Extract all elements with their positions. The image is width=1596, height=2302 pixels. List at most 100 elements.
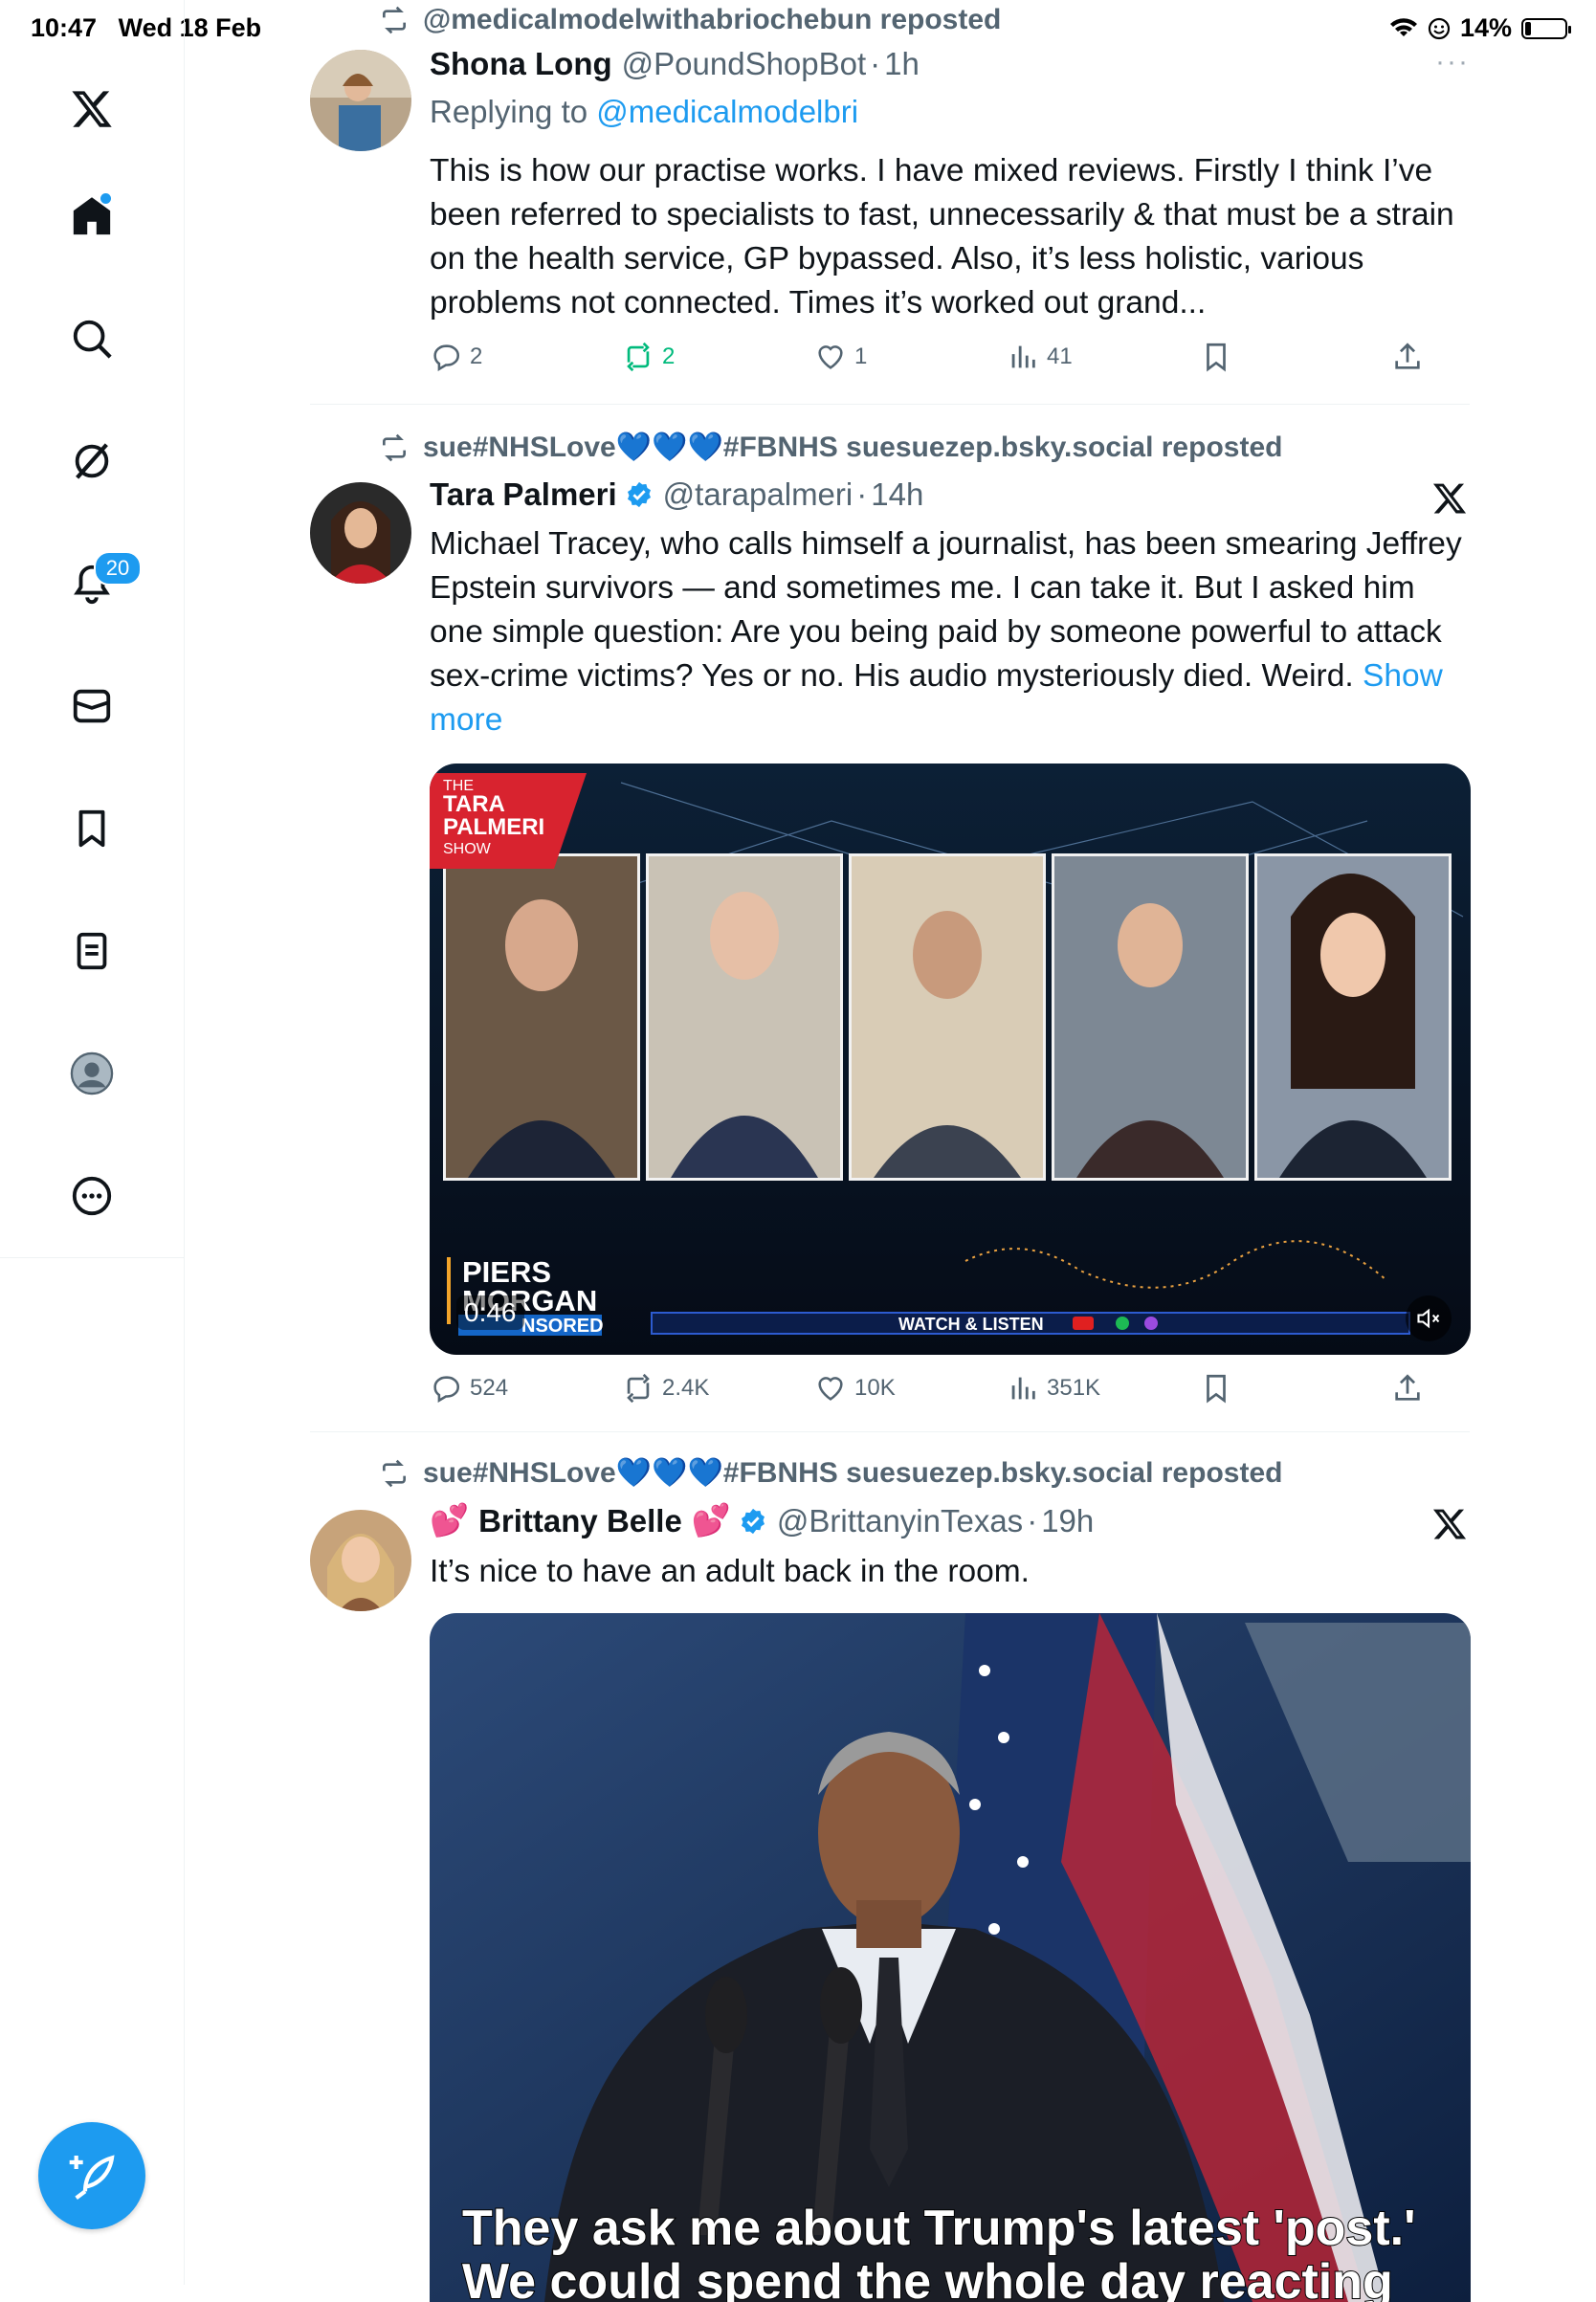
repost-context: sue#NHSLove💙💙💙#FBNHS suesuezep.bsky.soci… <box>379 1456 1282 1490</box>
grok-icon[interactable] <box>61 431 122 492</box>
more-menu-icon[interactable]: ··· <box>1435 46 1470 78</box>
battery-icon <box>1521 17 1571 39</box>
tweet-header: 💕 Brittany Belle 💕 @BrittanyinTexas · 19… <box>430 1502 1094 1539</box>
bookmark-button[interactable] <box>1200 341 1232 373</box>
repost-icon <box>627 1373 650 1404</box>
mute-button[interactable] <box>1406 1295 1452 1341</box>
repost-count: 2 <box>662 343 676 369</box>
speaker-muted-icon <box>1417 1308 1440 1329</box>
tweet-text: Michael Tracey, who calls himself a jour… <box>430 522 1473 742</box>
name-emoji-suffix: 💕 <box>691 1502 731 1538</box>
focus-smiley-icon <box>1428 17 1451 39</box>
avatar[interactable] <box>310 482 411 584</box>
status-right: 14% <box>1389 13 1571 43</box>
verified-badge-icon <box>741 1508 765 1534</box>
repost-icon <box>627 342 650 372</box>
ticker-text: WATCH & LISTEN <box>898 1315 1044 1334</box>
reply-icon <box>433 1376 459 1404</box>
reply-icon <box>433 344 459 372</box>
view-count: 41 <box>1047 343 1073 369</box>
reply-button[interactable]: 2 <box>430 341 482 373</box>
views-chart-icon <box>1011 345 1035 368</box>
replying-to-handle[interactable]: @medicalmodelbri <box>596 94 858 129</box>
reply-count: 2 <box>470 343 483 369</box>
bookmark-icon <box>1207 343 1226 372</box>
views-chart-icon <box>1011 1377 1035 1400</box>
verified-badge-icon <box>627 481 651 508</box>
repost-context: sue#NHSLove💙💙💙#FBNHS suesuezep.bsky.soci… <box>379 431 1282 464</box>
share-icon <box>1395 1374 1420 1401</box>
like-button[interactable]: 10K <box>814 1372 896 1405</box>
home-unread-dot <box>100 193 111 204</box>
avatar[interactable] <box>310 50 411 151</box>
timestamp[interactable]: 1h <box>884 46 920 82</box>
timestamp[interactable]: 14h <box>871 476 923 513</box>
reply-button[interactable]: 524 <box>430 1372 508 1405</box>
post-image[interactable]: They ask me about Trump's latest 'post.'… <box>430 1613 1471 2302</box>
search-icon[interactable] <box>61 308 122 369</box>
share-icon <box>1395 343 1420 369</box>
action-bar: 2 2 1 41 <box>430 341 1473 379</box>
tweet-divider <box>310 404 1470 405</box>
repost-icon <box>383 6 406 34</box>
bookmark-button[interactable] <box>1200 1372 1232 1405</box>
like-count: 10K <box>854 1375 896 1401</box>
share-button[interactable] <box>1391 341 1424 373</box>
replying-to: Replying to @medicalmodelbri <box>430 94 858 130</box>
repost-button[interactable]: 2.4K <box>622 1372 709 1405</box>
tweet-text: It’s nice to have an adult back in the r… <box>430 1554 1030 1589</box>
sidebar: 20 <box>0 0 185 2285</box>
repost-by-text: sue#NHSLove💙💙💙#FBNHS suesuezep.bsky.soci… <box>423 432 1283 463</box>
feather-plus-icon <box>69 2155 115 2201</box>
compose-post-button[interactable] <box>38 2122 145 2229</box>
image-caption-line2: We could spend the whole day reacting <box>462 2254 1393 2302</box>
heart-icon <box>818 345 843 369</box>
notifications-bell-icon[interactable]: 20 <box>61 551 142 614</box>
repost-by-text: sue#NHSLove💙💙💙#FBNHS suesuezep.bsky.soci… <box>423 1457 1283 1489</box>
video-duration: 0:46 <box>456 1295 524 1330</box>
repost-by-text: @medicalmodelwithabriochebun reposted <box>423 4 1002 35</box>
tweet-header: Tara Palmeri @tarapalmeri · 14h <box>430 476 923 513</box>
video-player[interactable]: THE TARA PALMERI SHOW PIERS MORGAN NSORE… <box>430 764 1471 1355</box>
wifi-icon <box>1389 17 1417 36</box>
views-button[interactable]: 351K <box>1007 1372 1100 1405</box>
like-button[interactable]: 1 <box>814 341 867 373</box>
name-emoji-prefix: 💕 <box>430 1502 470 1538</box>
display-name[interactable]: Brittany Belle <box>478 1503 682 1539</box>
share-button[interactable] <box>1391 1372 1424 1405</box>
bookmark-icon <box>1207 1374 1226 1404</box>
handle[interactable]: @BrittanyinTexas <box>777 1503 1023 1539</box>
avatar[interactable] <box>310 1510 411 1611</box>
tweet-header: Shona Long @PoundShopBot · 1h <box>430 46 920 82</box>
home-icon[interactable] <box>61 186 122 247</box>
repost-icon <box>383 1459 406 1487</box>
replying-to-label: Replying to <box>430 94 588 129</box>
profile-avatar-icon[interactable] <box>61 1043 122 1104</box>
repost-icon <box>383 433 406 461</box>
views-button[interactable]: 41 <box>1007 341 1073 373</box>
sidebar-separator <box>0 1257 184 1258</box>
tweet-text: This is how our practise works. I have m… <box>430 153 1454 321</box>
action-bar: 524 2.4K 10K 351K <box>430 1372 1473 1410</box>
display-name[interactable]: Tara Palmeri <box>430 476 617 513</box>
tweet-divider <box>310 1431 1470 1432</box>
display-name[interactable]: Shona Long <box>430 46 612 82</box>
messages-envelope-icon[interactable] <box>61 675 122 737</box>
show-logo-line2: TARA <box>443 791 505 817</box>
lists-icon[interactable] <box>61 920 122 982</box>
handle[interactable]: @tarapalmeri <box>663 476 853 513</box>
x-source-icon[interactable] <box>1431 1506 1468 1542</box>
x-source-icon[interactable] <box>1431 480 1468 517</box>
repost-context: @medicalmodelwithabriochebun reposted <box>379 4 1001 36</box>
like-count: 1 <box>854 343 868 369</box>
heart-icon <box>818 1377 843 1401</box>
view-count: 351K <box>1047 1375 1101 1401</box>
bookmarks-icon[interactable] <box>61 798 122 859</box>
more-options-icon[interactable] <box>61 1165 122 1227</box>
handle[interactable]: @PoundShopBot <box>622 46 867 82</box>
repost-button[interactable]: 2 <box>622 341 675 373</box>
tweet-text-content: Michael Tracey, who calls himself a jour… <box>430 526 1462 694</box>
reply-count: 524 <box>470 1375 509 1401</box>
timestamp[interactable]: 19h <box>1041 1503 1094 1539</box>
x-logo-icon[interactable] <box>61 78 122 140</box>
